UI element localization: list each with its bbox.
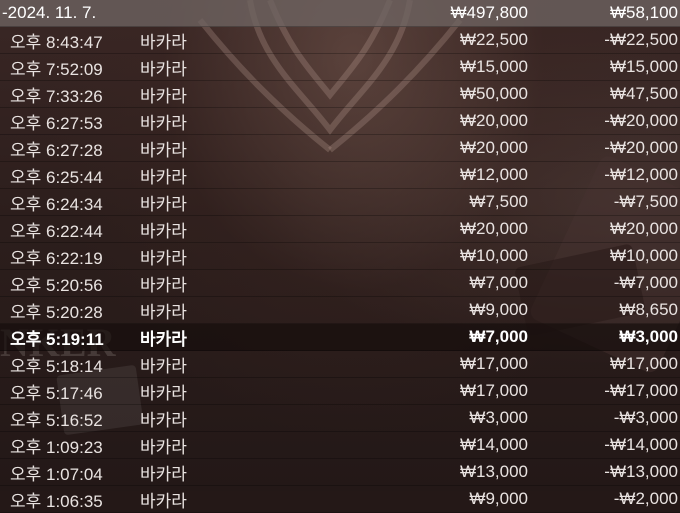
row-time: 오후 7:52:09 (10, 59, 103, 79)
row-time: 오후 5:20:56 (10, 275, 103, 295)
row-time: 오후 5:20:28 (10, 302, 103, 322)
row-time: 오후 6:27:53 (10, 113, 103, 133)
row-time: 오후 6:22:44 (10, 221, 103, 241)
row-result: ₩15,000 (609, 57, 678, 76)
table-row[interactable]: 오후 6:22:44 바카라 ₩20,000 ₩20,000 (0, 216, 680, 243)
row-bet: ₩20,000 (459, 138, 528, 157)
row-result: ₩10,000 (609, 246, 678, 265)
row-time: 오후 7:33:26 (10, 86, 103, 106)
table-row-highlighted[interactable]: 오후 5:19:11 바카라 ₩7,000 ₩3,000 (0, 324, 680, 351)
row-bet: ₩20,000 (459, 111, 528, 130)
row-game: 바카라 (140, 302, 187, 322)
row-game: 바카라 (140, 410, 187, 430)
row-time: 오후 5:17:46 (10, 383, 103, 403)
row-time: 오후 5:19:11 (10, 329, 104, 349)
row-time: 오후 6:25:44 (10, 167, 103, 187)
table-row[interactable]: 오후 5:20:28 바카라 ₩9,000 ₩8,650 (0, 297, 680, 324)
row-bet: ₩9,000 (469, 489, 528, 508)
row-bet: ₩17,000 (459, 381, 528, 400)
row-game: 바카라 (140, 59, 187, 79)
row-bet: ₩13,000 (459, 462, 528, 481)
row-bet: ₩14,000 (459, 435, 528, 454)
table-row[interactable]: 오후 8:43:47 바카라 ₩22,500 -₩22,500 (0, 27, 680, 54)
row-bet: ₩15,000 (459, 57, 528, 76)
row-game: 바카라 (140, 491, 187, 511)
row-game: 바카라 (140, 221, 187, 241)
row-result: -₩7,000 (613, 273, 678, 292)
row-bet: ₩9,000 (469, 300, 528, 319)
row-bet: ₩7,000 (469, 327, 528, 346)
table-row[interactable]: 오후 6:27:28 바카라 ₩20,000 -₩20,000 (0, 135, 680, 162)
total-bet: ₩497,800 (450, 3, 529, 22)
row-game: 바카라 (140, 167, 187, 187)
table-row[interactable]: 오후 5:17:46 바카라 ₩17,000 -₩17,000 (0, 378, 680, 405)
row-time: 오후 1:06:35 (10, 491, 103, 511)
row-game: 바카라 (140, 113, 187, 133)
row-result: -₩20,000 (604, 138, 678, 157)
row-game: 바카라 (140, 356, 187, 376)
date-summary-row[interactable]: -2024. 11. 7. ₩497,800 ₩58,100 (0, 0, 680, 27)
row-game: 바카라 (140, 140, 187, 160)
row-bet: ₩7,000 (469, 273, 528, 292)
row-time: 오후 1:09:23 (10, 437, 103, 457)
row-result: -₩22,500 (604, 30, 678, 49)
row-game: 바카라 (140, 194, 187, 214)
row-result: -₩2,000 (613, 489, 678, 508)
history-table: -2024. 11. 7. ₩497,800 ₩58,100 오후 8:43:4… (0, 0, 680, 513)
table-row[interactable]: 오후 5:20:56 바카라 ₩7,000 -₩7,000 (0, 270, 680, 297)
table-row[interactable]: 오후 7:33:26 바카라 ₩50,000 ₩47,500 (0, 81, 680, 108)
row-bet: ₩20,000 (459, 219, 528, 238)
row-game: 바카라 (140, 383, 187, 403)
row-result: -₩13,000 (604, 462, 678, 481)
row-time: 오후 8:43:47 (10, 32, 103, 52)
row-time: 오후 5:16:52 (10, 410, 103, 430)
row-game: 바카라 (140, 464, 187, 484)
row-bet: ₩10,000 (459, 246, 528, 265)
table-row[interactable]: 오후 7:52:09 바카라 ₩15,000 ₩15,000 (0, 54, 680, 81)
table-row[interactable]: 오후 6:27:53 바카라 ₩20,000 -₩20,000 (0, 108, 680, 135)
row-bet: ₩22,500 (459, 30, 528, 49)
row-time: 오후 6:27:28 (10, 140, 103, 160)
row-game: 바카라 (140, 32, 187, 52)
row-result: ₩47,500 (609, 84, 678, 103)
row-result: -₩17,000 (604, 381, 678, 400)
table-row[interactable]: 오후 5:16:52 바카라 ₩3,000 -₩3,000 (0, 405, 680, 432)
row-time: 오후 1:07:04 (10, 464, 103, 484)
row-result: -₩20,000 (604, 111, 678, 130)
date-label: -2024. 11. 7. (2, 3, 97, 22)
row-bet: ₩50,000 (459, 84, 528, 103)
row-game: 바카라 (140, 248, 187, 268)
table-row[interactable]: 오후 6:24:34 바카라 ₩7,500 -₩7,500 (0, 189, 680, 216)
row-game: 바카라 (140, 329, 187, 349)
row-game: 바카라 (140, 275, 187, 295)
row-result: ₩3,000 (619, 327, 678, 346)
row-time: 오후 6:22:19 (10, 248, 103, 268)
row-bet: ₩3,000 (469, 408, 528, 427)
row-time: 오후 5:18:14 (10, 356, 103, 376)
row-result: -₩14,000 (604, 435, 678, 454)
row-bet: ₩12,000 (459, 165, 528, 184)
row-result: ₩8,650 (619, 300, 678, 319)
row-result: ₩17,000 (609, 354, 678, 373)
table-row[interactable]: 오후 1:07:04 바카라 ₩13,000 -₩13,000 (0, 459, 680, 486)
total-result: ₩58,100 (609, 3, 678, 22)
row-time: 오후 6:24:34 (10, 194, 103, 214)
row-game: 바카라 (140, 86, 187, 106)
row-result: ₩20,000 (609, 219, 678, 238)
table-row[interactable]: 오후 1:09:23 바카라 ₩14,000 -₩14,000 (0, 432, 680, 459)
row-result: -₩3,000 (613, 408, 678, 427)
row-result: -₩12,000 (604, 165, 678, 184)
table-row[interactable]: 오후 1:06:35 바카라 ₩9,000 -₩2,000 (0, 486, 680, 513)
row-bet: ₩7,500 (469, 192, 528, 211)
table-row[interactable]: 오후 5:18:14 바카라 ₩17,000 ₩17,000 (0, 351, 680, 378)
row-result: -₩7,500 (613, 192, 678, 211)
row-game: 바카라 (140, 437, 187, 457)
table-row[interactable]: 오후 6:22:19 바카라 ₩10,000 ₩10,000 (0, 243, 680, 270)
table-row[interactable]: 오후 6:25:44 바카라 ₩12,000 -₩12,000 (0, 162, 680, 189)
row-bet: ₩17,000 (459, 354, 528, 373)
